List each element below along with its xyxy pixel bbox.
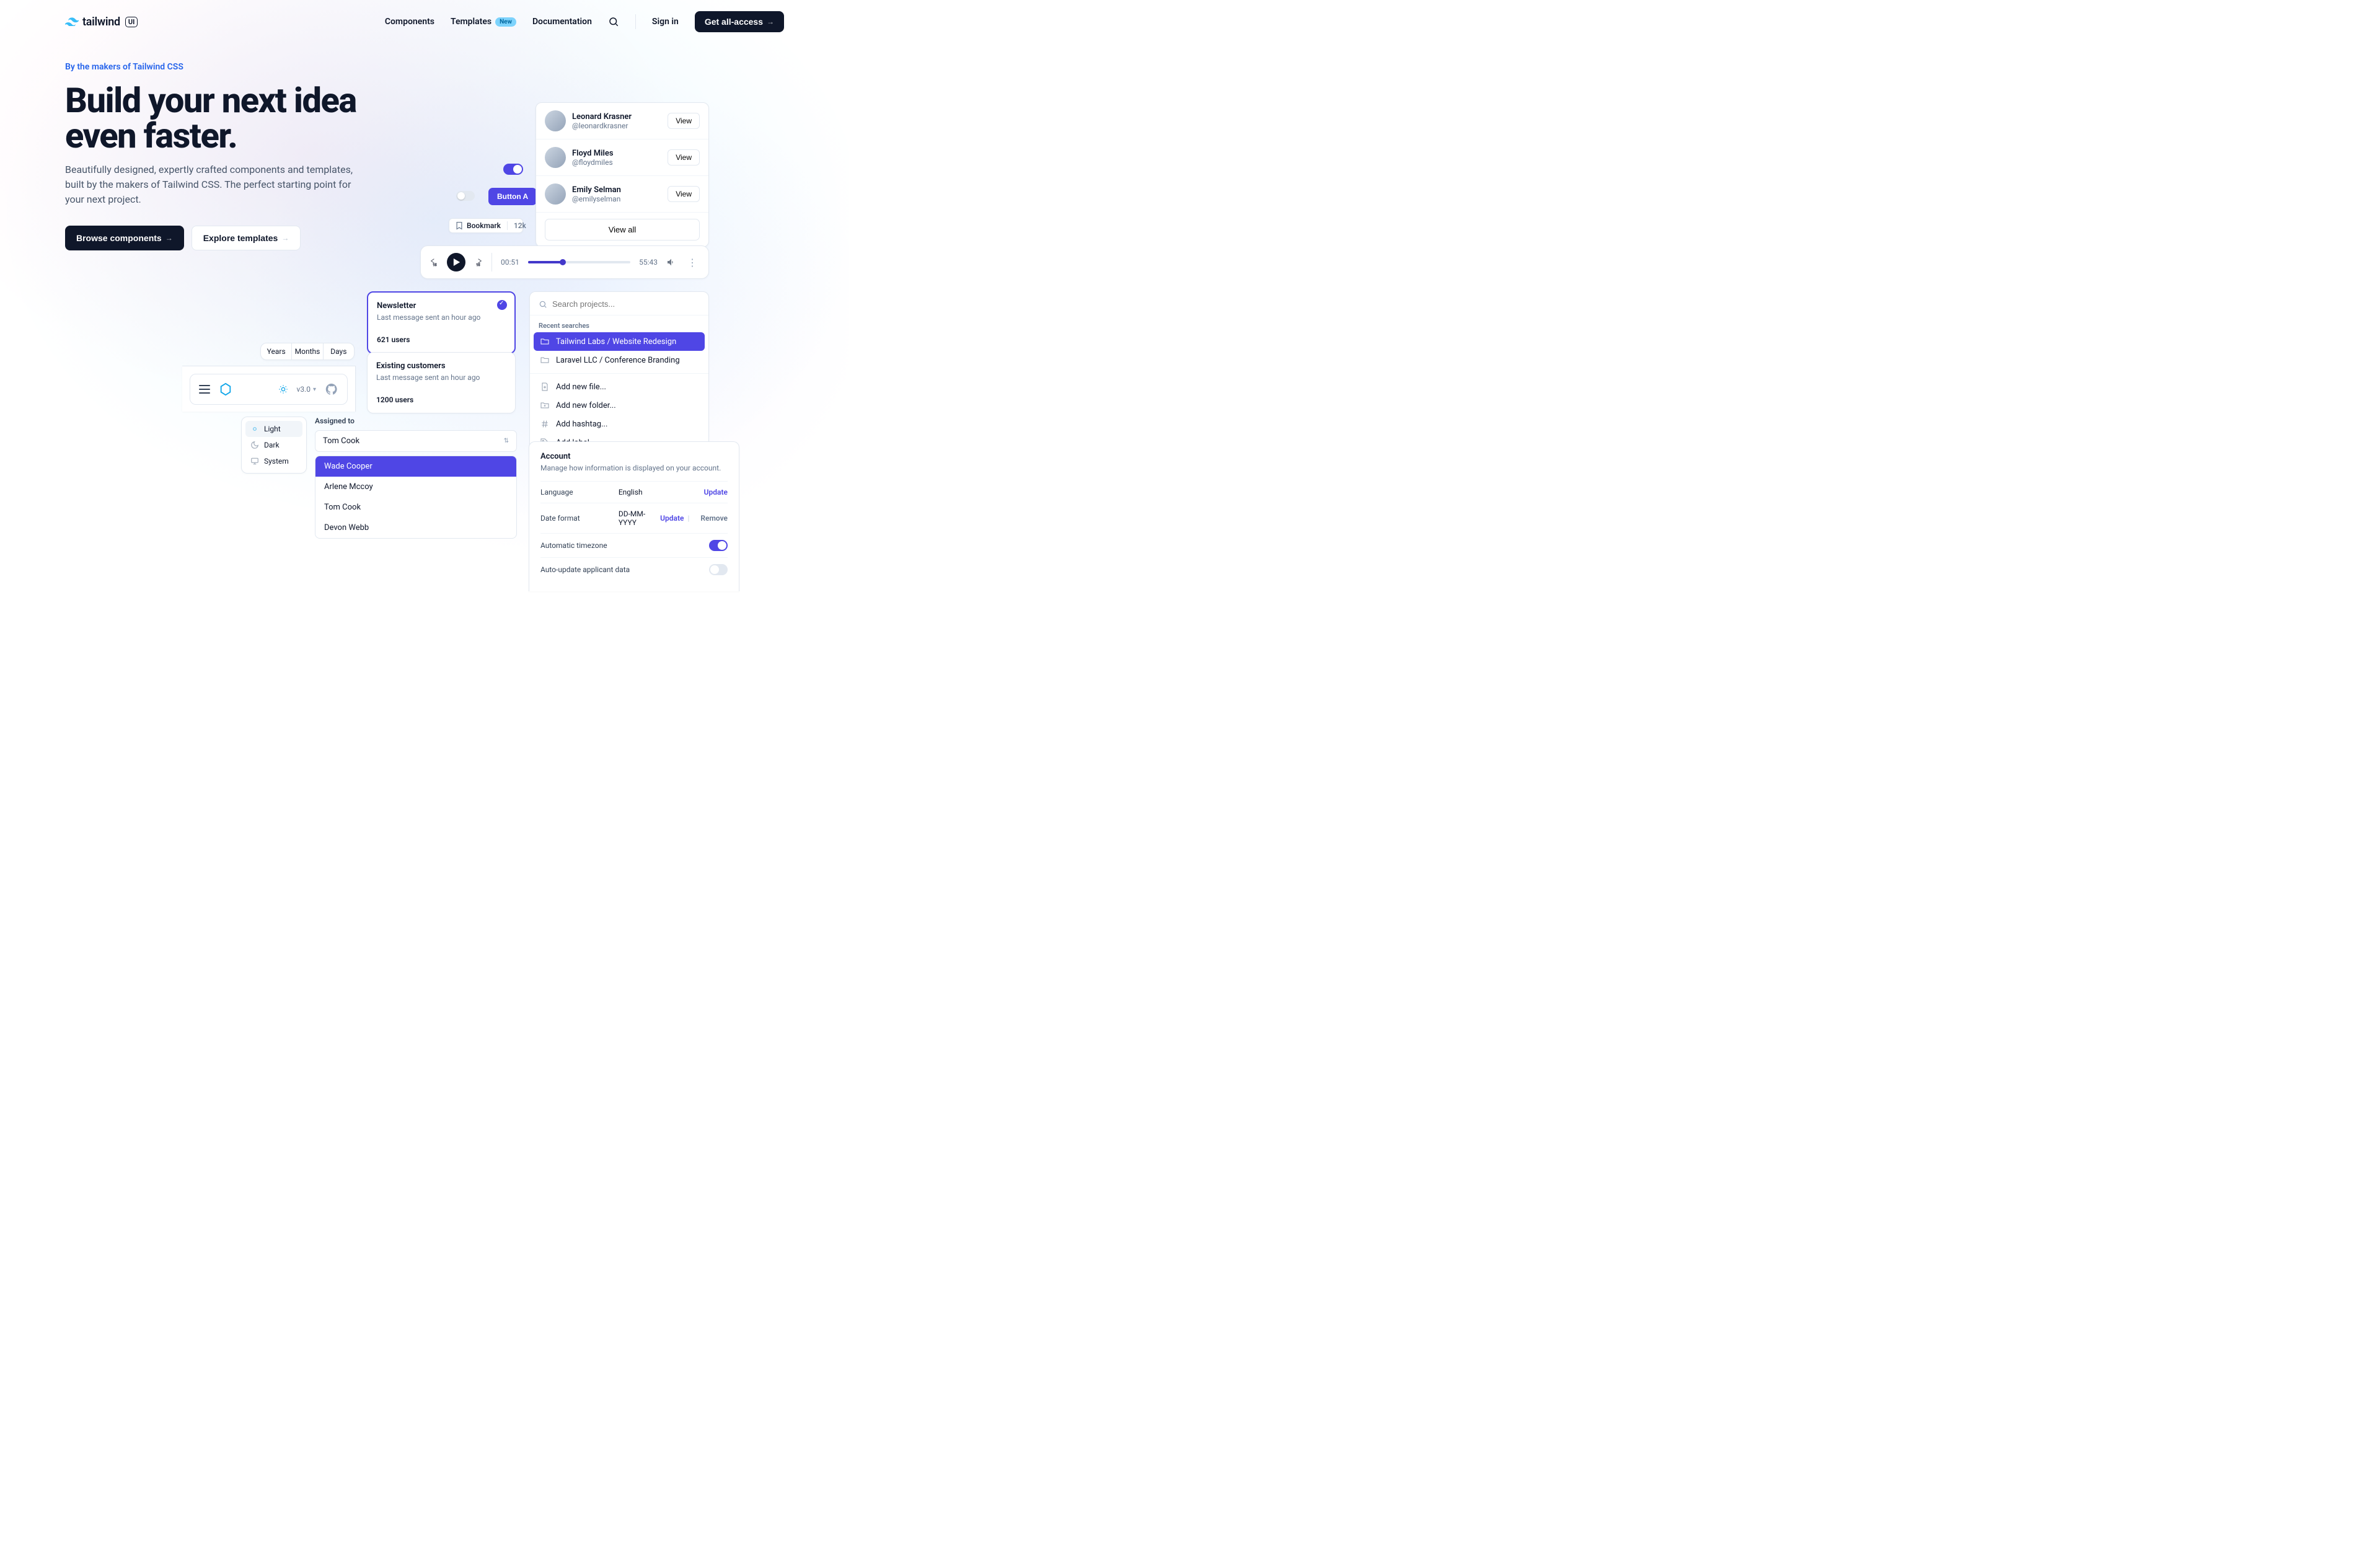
person-row: Leonard Krasner @leonardkrasner View	[536, 103, 708, 139]
monitor-icon	[250, 457, 259, 466]
search-input[interactable]	[552, 299, 700, 309]
theme-system[interactable]: System	[245, 453, 302, 469]
version-selector[interactable]: v3.0 ▾	[297, 385, 317, 394]
sun-icon[interactable]	[278, 384, 288, 394]
brand-suffix: UI	[125, 17, 138, 27]
arrow-right-icon: →	[281, 234, 289, 242]
range-tabs: Years Months Days	[260, 343, 355, 360]
avatar	[545, 183, 566, 205]
update-link[interactable]: Update	[660, 514, 684, 523]
view-all-button[interactable]: View all	[545, 219, 700, 241]
logo[interactable]: tailwind UI	[65, 15, 138, 29]
select-option[interactable]: Arlene Mccoy	[315, 477, 516, 497]
hero-subtitle: Beautifully designed, expertly crafted c…	[65, 162, 363, 207]
folder-icon	[540, 337, 550, 346]
bookmark-icon	[456, 221, 463, 230]
moon-icon	[250, 441, 259, 449]
action-add-hashtag[interactable]: Add hashtag...	[534, 415, 705, 433]
more-icon[interactable]: ⋮	[685, 257, 700, 268]
view-button[interactable]: View	[668, 113, 700, 129]
tab-days[interactable]: Days	[324, 343, 354, 360]
chevron-down-icon: ▾	[313, 386, 316, 393]
elapsed-time: 00:51	[501, 258, 519, 267]
signin-link[interactable]: Sign in	[652, 17, 679, 27]
progress-track[interactable]	[528, 261, 630, 263]
select-option[interactable]: Wade Cooper	[315, 456, 516, 477]
bookmark-button[interactable]: Bookmark 12k	[449, 218, 523, 233]
action-add-file[interactable]: Add new file...	[534, 377, 705, 396]
file-plus-icon	[540, 382, 550, 392]
browse-components-button[interactable]: Browse components →	[65, 226, 184, 250]
folder-plus-icon	[540, 400, 550, 410]
select-option[interactable]: Tom Cook	[315, 497, 516, 518]
nav-documentation[interactable]: Documentation	[532, 17, 592, 27]
play-button[interactable]	[447, 253, 465, 271]
total-time: 55:43	[639, 258, 658, 267]
recent-item[interactable]: Laravel LLC / Conference Branding	[534, 351, 705, 369]
app-shell-preview: v3.0 ▾	[182, 366, 356, 412]
search-icon	[539, 300, 547, 309]
theme-picker: Light Dark System	[241, 417, 307, 474]
avatar	[545, 110, 566, 131]
theme-light[interactable]: Light	[245, 421, 302, 437]
nav-templates[interactable]: Templates New	[451, 17, 516, 27]
bookmark-count: 12k	[507, 221, 532, 230]
remove-link[interactable]: Remove	[700, 514, 728, 523]
select-field[interactable]: Tom Cook ⇅	[315, 430, 517, 452]
assigned-to-select: Assigned to Tom Cook ⇅ Wade Cooper Arlen…	[315, 417, 517, 539]
tailwind-logo-icon	[65, 17, 79, 26]
get-access-button[interactable]: Get all-access →	[695, 11, 784, 32]
newsletter-card-selected[interactable]: Newsletter Last message sent an hour ago…	[367, 291, 516, 354]
tab-years[interactable]: Years	[261, 343, 292, 360]
chevron-updown-icon: ⇅	[504, 438, 509, 444]
select-dropdown: Wade Cooper Arlene Mccoy Tom Cook Devon …	[315, 456, 517, 539]
skip-back-icon[interactable]: 15	[430, 257, 439, 267]
person-row: Emily Selman @emilyselman View	[536, 176, 708, 213]
people-list: Leonard Krasner @leonardkrasner View Flo…	[536, 102, 709, 247]
recent-item[interactable]: Tailwind Labs / Website Redesign	[534, 332, 705, 351]
action-add-folder[interactable]: Add new folder...	[534, 396, 705, 415]
folder-icon	[540, 355, 550, 365]
svg-text:15: 15	[476, 263, 480, 267]
brand-name: tailwind	[82, 15, 120, 29]
github-icon[interactable]	[325, 382, 338, 396]
tab-months[interactable]: Months	[292, 343, 323, 360]
search-panel: Recent searches Tailwind Labs / Website …	[529, 291, 709, 459]
divider	[635, 14, 636, 29]
sun-icon	[250, 425, 259, 433]
recent-label: Recent searches	[530, 316, 708, 332]
hero-headline: Build your next idea even faster.	[65, 83, 412, 154]
new-badge: New	[495, 17, 516, 27]
avatar	[545, 147, 566, 168]
search-icon[interactable]	[608, 16, 619, 27]
update-link[interactable]: Update	[704, 488, 728, 496]
account-panel: Account Manage how information is displa…	[529, 441, 739, 591]
arrow-right-icon: →	[767, 17, 774, 26]
hexagon-logo-icon	[219, 382, 232, 396]
auto-timezone-toggle[interactable]	[709, 540, 728, 551]
audio-player: 15 15 00:51 55:43 ⋮	[420, 245, 709, 279]
auto-update-toggle[interactable]	[709, 564, 728, 575]
check-icon	[497, 300, 507, 310]
person-row: Floyd Miles @floydmiles View	[536, 139, 708, 176]
hero-eyebrow: By the makers of Tailwind CSS	[65, 62, 784, 72]
svg-text:15: 15	[433, 263, 436, 267]
select-option[interactable]: Devon Webb	[315, 518, 516, 538]
explore-templates-button[interactable]: Explore templates →	[192, 226, 301, 250]
theme-dark[interactable]: Dark	[245, 437, 302, 453]
skip-forward-icon[interactable]: 15	[473, 257, 483, 267]
arrow-right-icon: →	[165, 234, 173, 242]
hashtag-icon	[540, 419, 550, 429]
nav-components[interactable]: Components	[385, 17, 434, 27]
menu-icon[interactable]	[199, 385, 210, 394]
view-button[interactable]: View	[668, 149, 700, 165]
newsletter-card[interactable]: Existing customers Last message sent an …	[367, 352, 516, 413]
volume-icon[interactable]	[666, 257, 676, 267]
view-button[interactable]: View	[668, 186, 700, 202]
